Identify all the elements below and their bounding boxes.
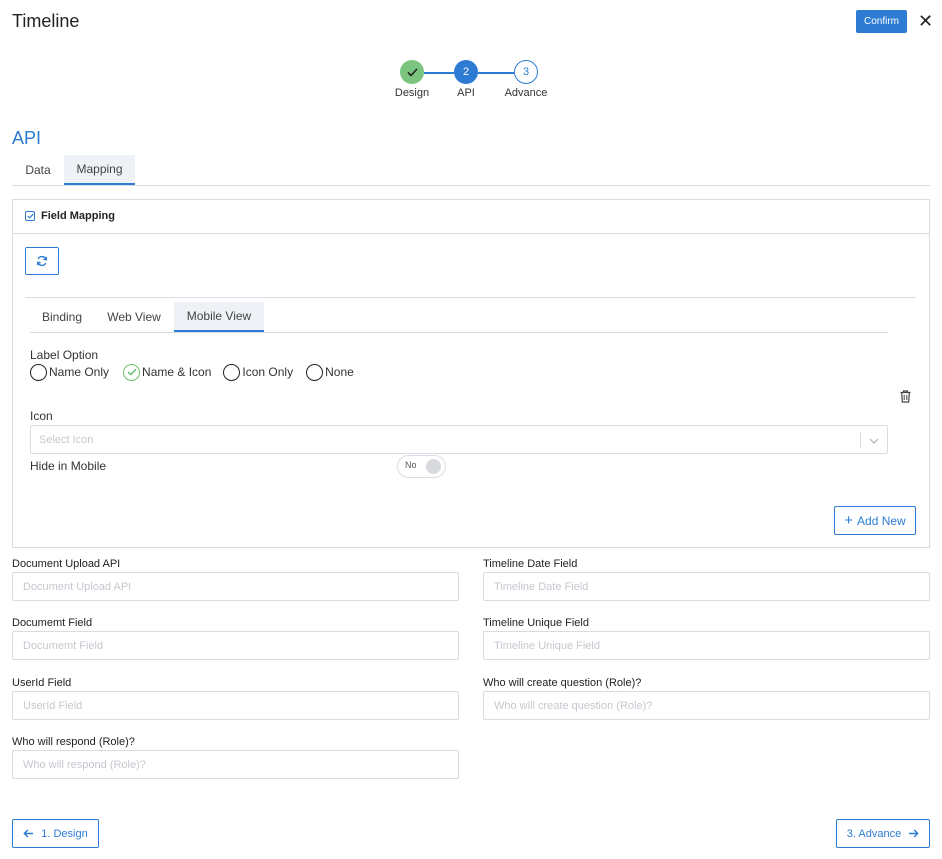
toggle-text: No — [405, 460, 417, 470]
radio-name-and-icon[interactable] — [123, 363, 141, 381]
arrow-right-icon — [909, 829, 919, 838]
stepper-connector-2 — [478, 72, 514, 74]
next-step-label: 3. Advance — [846, 827, 902, 840]
label-option-radio-group: Name Only Name & Icon Icon Only None — [30, 363, 354, 381]
close-icon[interactable]: ✕ — [918, 10, 933, 32]
select-separator — [860, 432, 861, 448]
delete-row-button[interactable] — [898, 388, 912, 404]
tab-mobile-view[interactable]: Mobile View — [174, 302, 264, 332]
document-field-input[interactable] — [12, 631, 459, 660]
who-respond-label: Who will respond (Role)? — [12, 736, 135, 748]
radio-icon-only-label: Icon Only — [242, 365, 294, 379]
previous-step-label: 1. Design — [41, 827, 88, 840]
tab-binding-label: Binding — [41, 310, 83, 324]
panel-header-divider — [12, 233, 930, 234]
who-create-question-input[interactable] — [483, 691, 930, 720]
step-advance-indicator[interactable]: 3 — [514, 60, 538, 84]
radio-name-only-label: Name Only — [49, 365, 110, 379]
next-step-button[interactable]: 3. Advance — [836, 819, 930, 848]
step-design-label: Design — [394, 87, 430, 99]
tab-mobile-view-label: Mobile View — [186, 309, 252, 323]
timeline-unique-field-label: Timeline Unique Field — [483, 617, 589, 629]
label-option-heading: Label Option — [30, 348, 99, 362]
radio-none[interactable] — [306, 363, 324, 381]
tab-web-view-label: Web View — [107, 310, 161, 324]
refresh-icon — [36, 255, 48, 267]
tabs-divider — [12, 185, 930, 186]
userid-field-input[interactable] — [12, 691, 459, 720]
userid-field-label: UserId Field — [12, 677, 72, 689]
who-respond-input[interactable] — [12, 750, 459, 779]
icon-select-placeholder: Select Icon — [39, 434, 94, 446]
document-field-label: Documemt Field — [12, 617, 93, 629]
section-title: API — [12, 128, 42, 148]
trash-icon — [900, 389, 910, 403]
step-advance-number: 3 — [522, 66, 530, 78]
timeline-date-field-input[interactable] — [483, 572, 930, 601]
step-design-indicator[interactable] — [400, 60, 424, 84]
tab-mapping-label: Mapping — [76, 162, 123, 176]
sub-tabs-divider — [30, 332, 888, 333]
panel-inner-divider — [25, 297, 916, 298]
timeline-unique-field-input[interactable] — [483, 631, 930, 660]
hide-in-mobile-label: Hide in Mobile — [30, 459, 107, 473]
toggle-knob — [426, 459, 441, 474]
radio-none-label: None — [325, 365, 354, 379]
step-api-label: API — [457, 87, 475, 99]
field-mapping-title: Field Mapping — [41, 210, 115, 222]
hide-in-mobile-toggle[interactable]: No — [397, 455, 446, 478]
step-advance-label: Advance — [504, 87, 548, 99]
document-upload-api-label: Document Upload API — [12, 558, 121, 570]
step-api-indicator[interactable]: 2 — [454, 60, 478, 84]
who-create-question-label: Who will create question (Role)? — [483, 677, 642, 689]
tab-data-label: Data — [25, 163, 51, 177]
radio-name-and-icon-label: Name & Icon — [142, 365, 212, 379]
page-title: Timeline — [12, 11, 80, 31]
tab-binding[interactable]: Binding — [30, 302, 94, 332]
radio-name-only[interactable] — [30, 363, 47, 381]
previous-step-button[interactable]: 1. Design — [12, 819, 99, 848]
add-new-button[interactable]: + Add New — [834, 506, 916, 535]
tab-mapping[interactable]: Mapping — [64, 155, 135, 185]
field-mapping-header[interactable]: Field Mapping — [25, 210, 115, 222]
timeline-date-field-label: Timeline Date Field — [483, 558, 578, 570]
arrow-left-icon — [23, 829, 34, 838]
icon-label: Icon — [30, 409, 53, 423]
refresh-button[interactable] — [25, 247, 59, 275]
document-upload-api-input[interactable] — [12, 572, 459, 601]
add-new-label: Add New — [857, 513, 906, 528]
step-api-number: 2 — [462, 66, 470, 78]
tab-data[interactable]: Data — [12, 155, 64, 185]
tab-web-view[interactable]: Web View — [96, 302, 172, 332]
chevron-down-icon[interactable] — [869, 438, 879, 444]
stepper-connector-1 — [424, 72, 454, 74]
confirm-button[interactable]: Confirm — [856, 10, 907, 33]
icon-select[interactable]: Select Icon — [30, 425, 888, 454]
checkmark-icon — [406, 67, 418, 77]
check-icon — [127, 368, 137, 376]
checkbox-icon[interactable] — [25, 211, 35, 221]
radio-icon-only[interactable] — [223, 363, 241, 381]
plus-icon: + — [844, 512, 854, 529]
